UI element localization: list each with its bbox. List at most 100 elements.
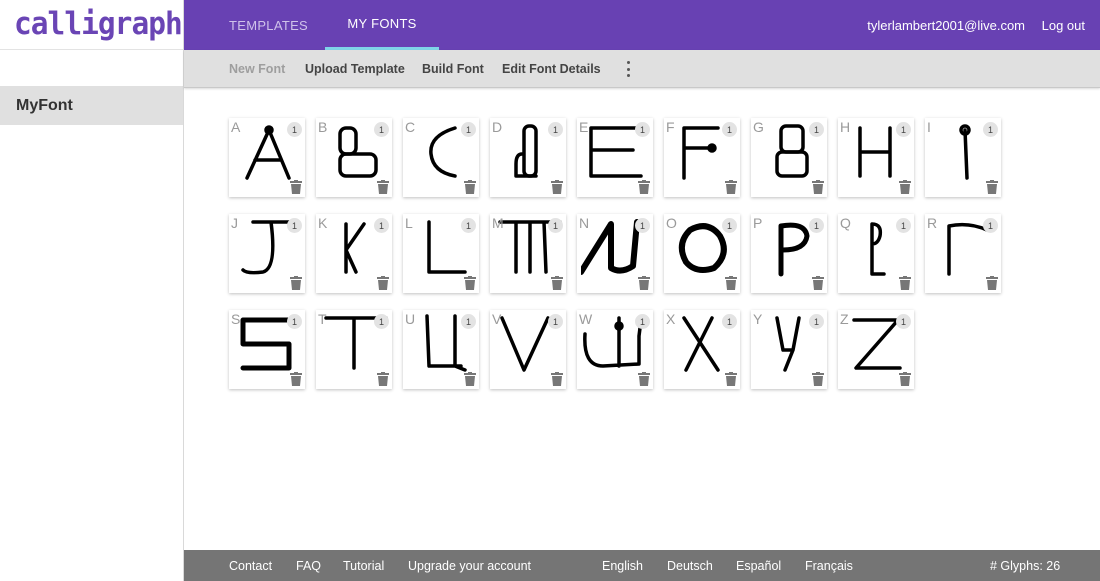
trash-icon[interactable]	[899, 372, 911, 386]
glyph-card-a[interactable]: A1	[229, 118, 305, 197]
footer-tutorial-link[interactable]: Tutorial	[343, 550, 384, 581]
upload-template-button[interactable]: Upload Template	[305, 50, 405, 88]
glyph-count-badge: 1	[809, 314, 824, 329]
glyph-letter: P	[753, 215, 763, 231]
font-toolbar: New Font Upload Template Build Font Edit…	[184, 50, 1100, 88]
glyph-count-badge: 1	[635, 218, 650, 233]
trash-icon[interactable]	[638, 276, 650, 290]
glyph-card-q[interactable]: Q1	[838, 214, 914, 293]
glyph-card-w[interactable]: W1	[577, 310, 653, 389]
glyph-count-badge: 1	[374, 122, 389, 137]
sidebar-item-myfont[interactable]: MyFont	[0, 86, 183, 125]
glyph-letter: O	[666, 215, 677, 231]
glyph-card-l[interactable]: L1	[403, 214, 479, 293]
glyph-letter: Q	[840, 215, 851, 231]
glyph-card-d[interactable]: D1	[490, 118, 566, 197]
trash-icon[interactable]	[812, 180, 824, 194]
glyph-card-c[interactable]: C1	[403, 118, 479, 197]
footer-lang-deutsch[interactable]: Deutsch	[667, 550, 713, 581]
trash-icon[interactable]	[899, 276, 911, 290]
glyph-letter: K	[318, 215, 328, 231]
glyph-card-y[interactable]: Y1	[751, 310, 827, 389]
glyph-card-e[interactable]: E1	[577, 118, 653, 197]
trash-icon[interactable]	[725, 180, 737, 194]
glyph-card-m[interactable]: M1	[490, 214, 566, 293]
glyph-letter: B	[318, 119, 328, 135]
glyph-card-v[interactable]: V1	[490, 310, 566, 389]
glyph-letter: S	[231, 311, 241, 327]
glyph-card-p[interactable]: P1	[751, 214, 827, 293]
trash-icon[interactable]	[551, 276, 563, 290]
trash-icon[interactable]	[290, 372, 302, 386]
trash-icon[interactable]	[377, 372, 389, 386]
trash-icon[interactable]	[551, 372, 563, 386]
footer-lang-francais[interactable]: Français	[805, 550, 853, 581]
glyph-letter: W	[579, 311, 593, 327]
glyph-letter: I	[927, 119, 931, 135]
glyph-count-badge: 1	[287, 218, 302, 233]
glyph-card-o[interactable]: O1	[664, 214, 740, 293]
glyph-letter: M	[492, 215, 504, 231]
new-font-button[interactable]: New Font	[229, 50, 285, 88]
trash-icon[interactable]	[464, 372, 476, 386]
trash-icon[interactable]	[812, 276, 824, 290]
trash-icon[interactable]	[899, 180, 911, 194]
glyph-card-k[interactable]: K1	[316, 214, 392, 293]
glyph-count-badge: 1	[287, 122, 302, 137]
glyph-card-x[interactable]: X1	[664, 310, 740, 389]
trash-icon[interactable]	[377, 276, 389, 290]
trash-icon[interactable]	[638, 372, 650, 386]
user-email[interactable]: tylerlambert2001@live.com	[867, 0, 1025, 50]
glyph-card-b[interactable]: B1	[316, 118, 392, 197]
tab-my-fonts[interactable]: MY FONTS	[325, 0, 439, 50]
glyph-card-z[interactable]: Z1	[838, 310, 914, 389]
glyph-card-n[interactable]: N1	[577, 214, 653, 293]
trash-icon[interactable]	[638, 180, 650, 194]
glyph-card-j[interactable]: J1	[229, 214, 305, 293]
glyph-card-s[interactable]: S1	[229, 310, 305, 389]
sidebar: calligraphr MyFont	[0, 0, 200, 581]
glyph-card-u[interactable]: U1	[403, 310, 479, 389]
footer-lang-english[interactable]: English	[602, 550, 643, 581]
glyph-letter: L	[405, 215, 413, 231]
glyph-count: # Glyphs: 26	[990, 558, 1061, 573]
trash-icon[interactable]	[725, 276, 737, 290]
glyph-letter: E	[579, 119, 589, 135]
glyph-count-badge: 1	[809, 122, 824, 137]
trash-icon[interactable]	[551, 180, 563, 194]
glyph-letter: T	[318, 311, 327, 327]
edit-font-details-button[interactable]: Edit Font Details	[502, 50, 601, 88]
glyph-count-badge: 1	[722, 218, 737, 233]
trash-icon[interactable]	[986, 180, 998, 194]
footer-lang-espanol[interactable]: Español	[736, 550, 781, 581]
glyph-count-badge: 1	[722, 122, 737, 137]
trash-icon[interactable]	[725, 372, 737, 386]
trash-icon[interactable]	[986, 276, 998, 290]
footer-faq-link[interactable]: FAQ	[296, 550, 321, 581]
glyph-count-badge: 1	[548, 122, 563, 137]
trash-icon[interactable]	[290, 276, 302, 290]
trash-icon[interactable]	[290, 180, 302, 194]
calligraphr-logo[interactable]: calligraphr	[14, 9, 200, 40]
trash-icon[interactable]	[812, 372, 824, 386]
more-vertical-icon[interactable]	[624, 61, 632, 77]
glyph-count-badge: 1	[983, 218, 998, 233]
trash-icon[interactable]	[464, 180, 476, 194]
glyph-card-i[interactable]: I1	[925, 118, 1001, 197]
glyph-count-badge: 1	[548, 218, 563, 233]
tab-templates[interactable]: TEMPLATES	[229, 0, 308, 50]
trash-icon[interactable]	[377, 180, 389, 194]
footer: Contact FAQ Tutorial Upgrade your accoun…	[184, 550, 1100, 581]
glyph-card-g[interactable]: G1	[751, 118, 827, 197]
logo-container[interactable]: calligraphr	[0, 0, 200, 50]
glyph-card-t[interactable]: T1	[316, 310, 392, 389]
build-font-button[interactable]: Build Font	[422, 50, 484, 88]
logout-link[interactable]: Log out	[1042, 0, 1085, 50]
footer-upgrade-link[interactable]: Upgrade your account	[408, 550, 531, 581]
glyph-card-f[interactable]: F1	[664, 118, 740, 197]
footer-contact-link[interactable]: Contact	[229, 550, 272, 581]
trash-icon[interactable]	[464, 276, 476, 290]
glyph-card-h[interactable]: H1	[838, 118, 914, 197]
glyph-card-r[interactable]: R1	[925, 214, 1001, 293]
glyph-count-badge: 1	[635, 122, 650, 137]
